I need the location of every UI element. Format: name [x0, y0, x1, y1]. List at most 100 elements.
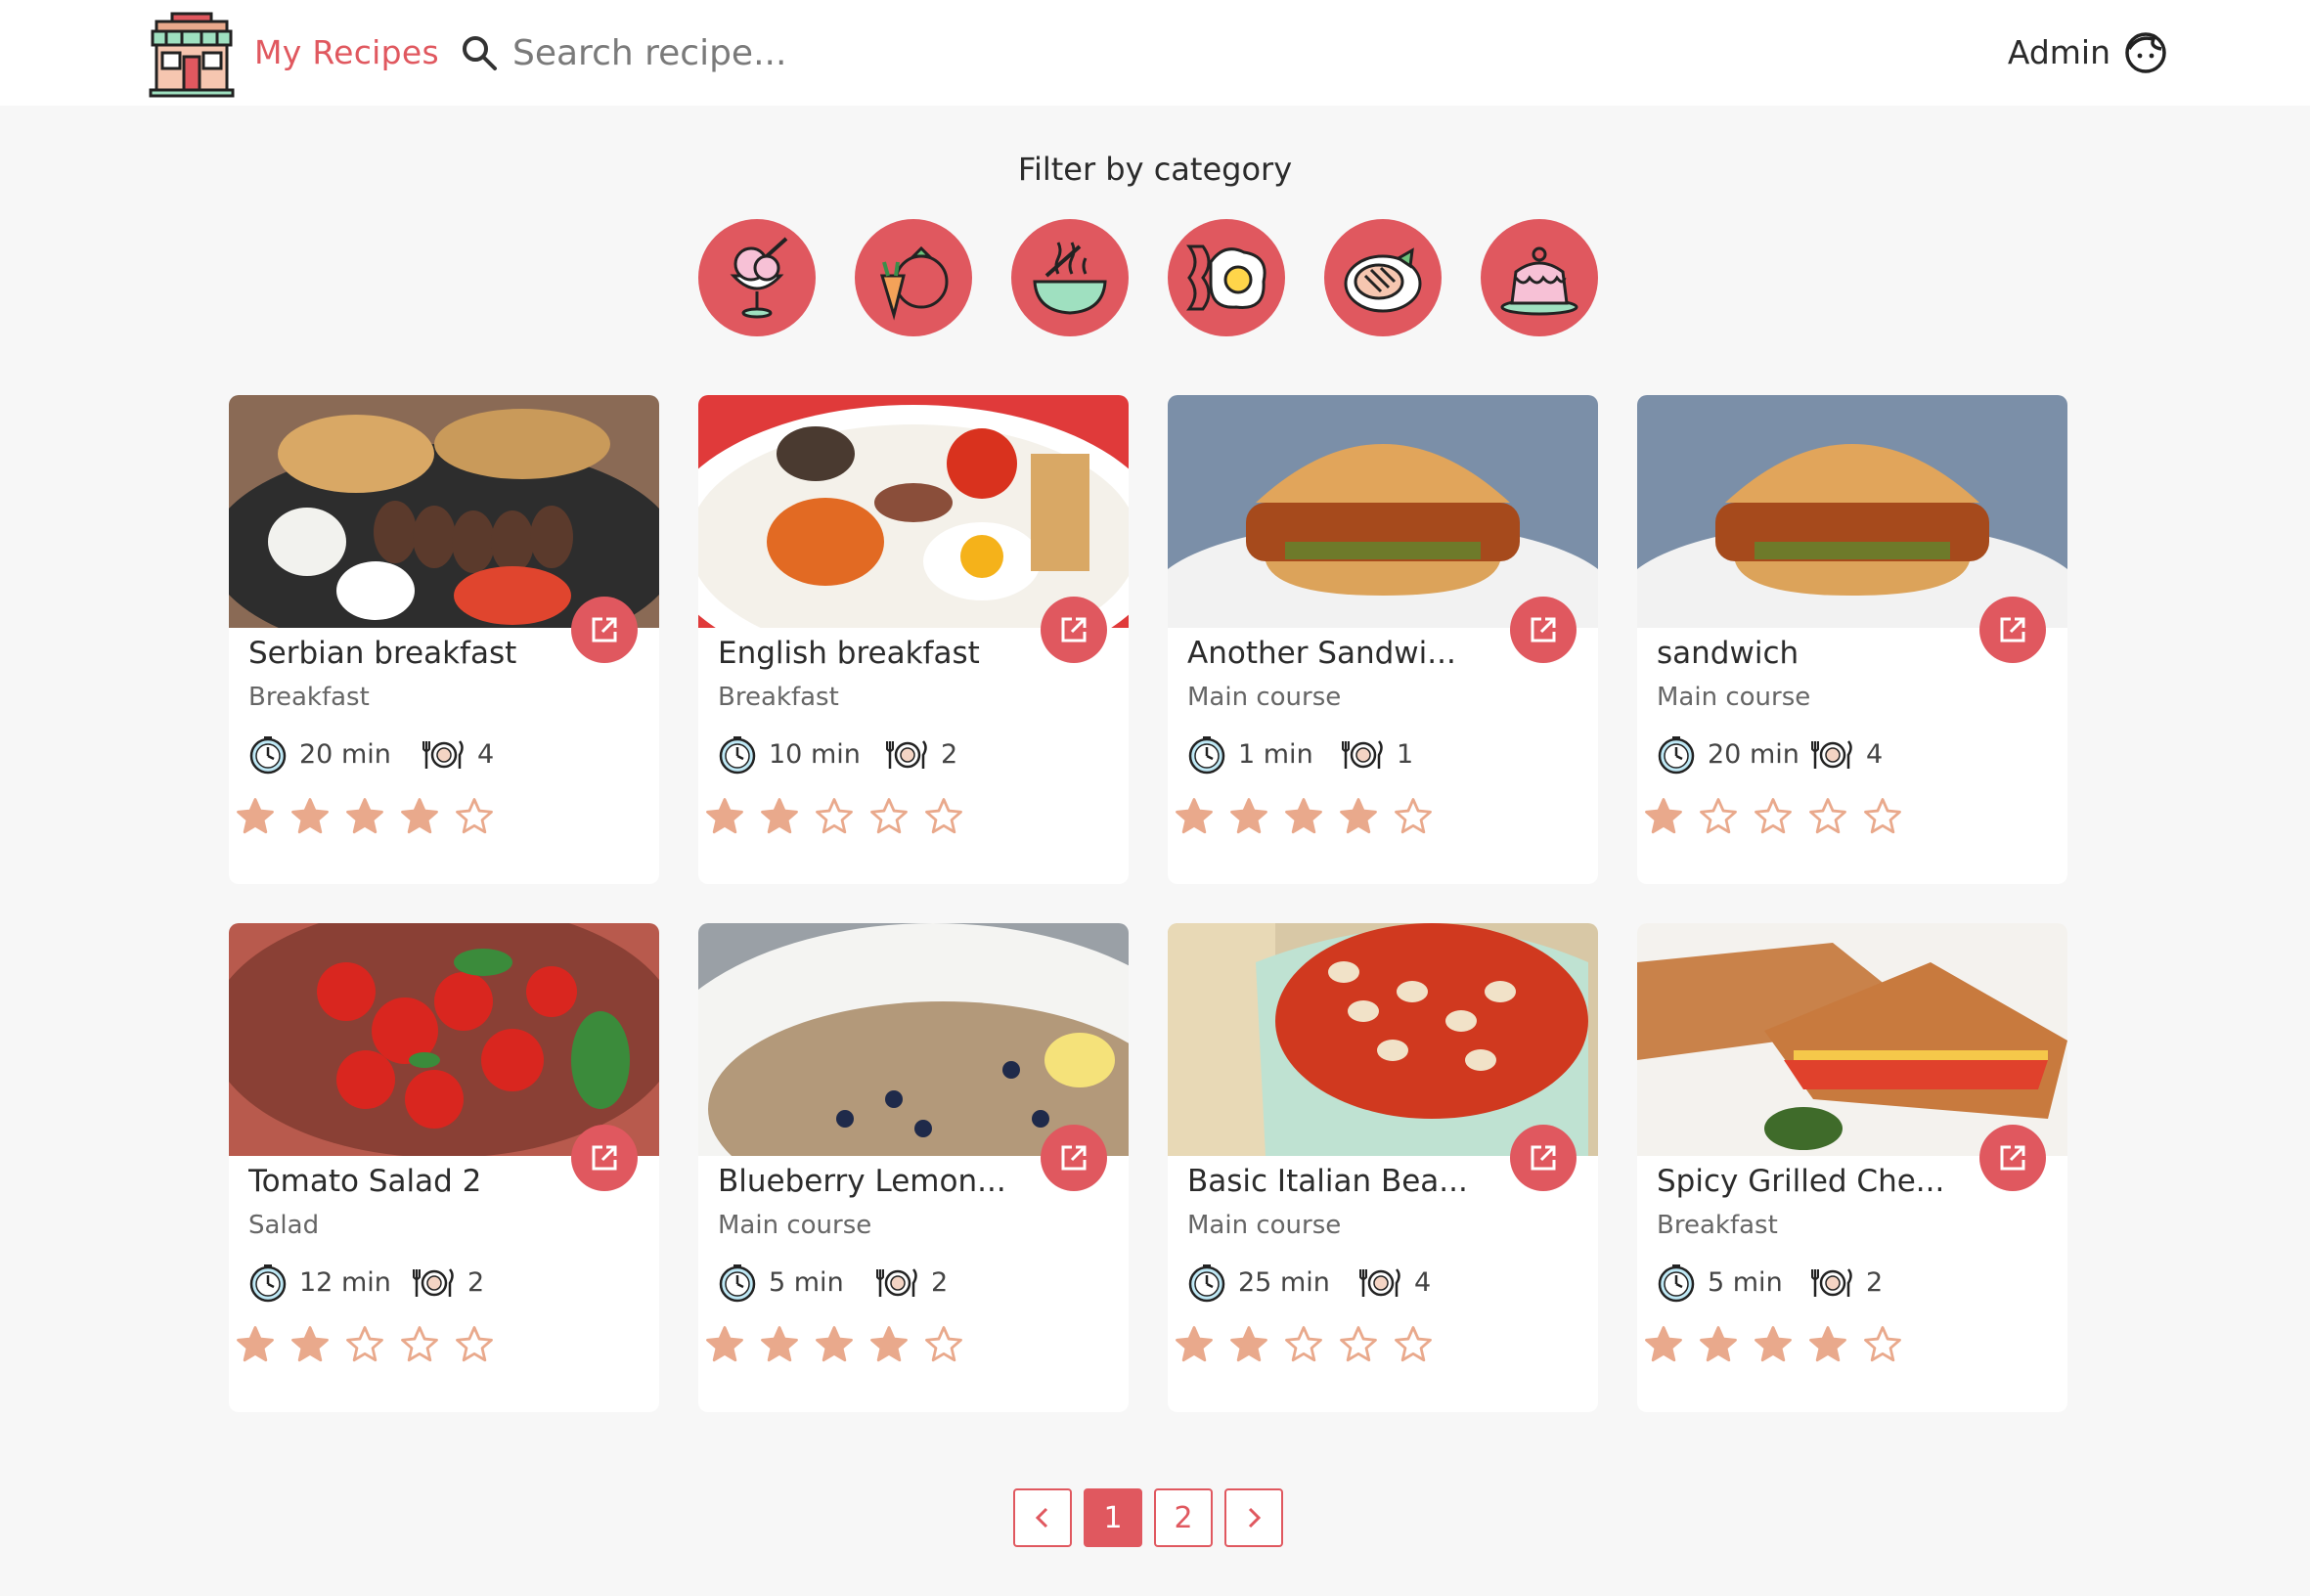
star-filled-icon[interactable]: [1228, 796, 1269, 837]
star-outline-icon[interactable]: [923, 796, 964, 837]
open-recipe-button[interactable]: [1510, 1125, 1577, 1191]
star-filled-icon[interactable]: [1753, 1324, 1794, 1365]
servings: 2: [467, 1267, 485, 1298]
star-filled-icon[interactable]: [1338, 796, 1379, 837]
star-filled-icon[interactable]: [1174, 1324, 1215, 1365]
recipe-card[interactable]: Tomato Salad 2 Salad 12 min 2: [229, 923, 659, 1412]
plate-icon: [1811, 1268, 1852, 1297]
user-avatar-icon[interactable]: [2124, 31, 2167, 74]
star-filled-icon[interactable]: [759, 1324, 800, 1365]
star-outline-icon[interactable]: [1393, 1324, 1434, 1365]
recipe-image[interactable]: [1637, 395, 2067, 628]
prev-page-button[interactable]: [1013, 1488, 1072, 1547]
star-filled-icon[interactable]: [704, 796, 745, 837]
page-2-button[interactable]: 2: [1154, 1488, 1213, 1547]
star-filled-icon[interactable]: [1228, 1324, 1269, 1365]
open-recipe-button[interactable]: [571, 597, 638, 663]
recipe-card[interactable]: sandwich Main course 20 min 4: [1637, 395, 2067, 884]
timer-icon: [1658, 736, 1695, 775]
recipe-image[interactable]: [229, 923, 659, 1156]
page-1-button[interactable]: 1: [1084, 1488, 1142, 1547]
star-filled-icon[interactable]: [1174, 796, 1215, 837]
star-filled-icon[interactable]: [289, 796, 331, 837]
star-filled-icon[interactable]: [1807, 1324, 1848, 1365]
servings: 4: [477, 739, 495, 770]
star-outline-icon[interactable]: [1338, 1324, 1379, 1365]
star-outline-icon[interactable]: [399, 1324, 440, 1365]
star-filled-icon[interactable]: [1643, 1324, 1684, 1365]
star-filled-icon[interactable]: [814, 1324, 855, 1365]
star-outline-icon[interactable]: [814, 796, 855, 837]
servings: 4: [1866, 739, 1884, 770]
category-breakfast-button[interactable]: [1168, 219, 1285, 336]
star-outline-icon[interactable]: [344, 1324, 385, 1365]
search-input[interactable]: [512, 23, 1060, 82]
star-filled-icon[interactable]: [1643, 796, 1684, 837]
user-name[interactable]: Admin: [2008, 33, 2110, 71]
recipe-title[interactable]: Tomato Salad 2: [248, 1164, 561, 1199]
star-filled-icon[interactable]: [344, 796, 385, 837]
star-filled-icon[interactable]: [704, 1324, 745, 1365]
recipe-card[interactable]: Basic Italian Bea... Main course 25 min …: [1168, 923, 1598, 1412]
external-link-icon: [1531, 1145, 1556, 1171]
recipe-image[interactable]: [1168, 395, 1598, 628]
brand-title[interactable]: My Recipes: [254, 33, 439, 71]
recipe-card[interactable]: Serbian breakfast Breakfast 20 min 4: [229, 395, 659, 884]
star-outline-icon[interactable]: [1862, 1324, 1903, 1365]
category-cake-button[interactable]: [1481, 219, 1598, 336]
star-filled-icon[interactable]: [1698, 1324, 1739, 1365]
recipe-image[interactable]: [698, 395, 1129, 628]
next-page-button[interactable]: [1224, 1488, 1283, 1547]
servings: 1: [1397, 739, 1414, 770]
recipe-card[interactable]: Blueberry Lemon... Main course 5 min 2: [698, 923, 1129, 1412]
open-recipe-button[interactable]: [1510, 597, 1577, 663]
open-recipe-button[interactable]: [1041, 1125, 1107, 1191]
open-recipe-button[interactable]: [1041, 597, 1107, 663]
timer-icon: [1658, 1264, 1695, 1303]
category-soup-button[interactable]: [1011, 219, 1129, 336]
recipe-title[interactable]: Blueberry Lemon...: [718, 1164, 1031, 1199]
star-filled-icon[interactable]: [289, 1324, 331, 1365]
recipe-image[interactable]: [1168, 923, 1598, 1156]
recipe-card[interactable]: English breakfast Breakfast 10 min 2: [698, 395, 1129, 884]
star-outline-icon[interactable]: [454, 1324, 495, 1365]
external-link-icon: [1061, 617, 1087, 643]
star-outline-icon[interactable]: [1753, 796, 1794, 837]
open-recipe-button[interactable]: [1979, 1125, 2046, 1191]
recipe-title[interactable]: Spicy Grilled Che...: [1657, 1164, 1970, 1199]
star-outline-icon[interactable]: [868, 796, 910, 837]
star-outline-icon[interactable]: [454, 796, 495, 837]
recipe-card[interactable]: Another Sandwi... Main course 1 min 1: [1168, 395, 1598, 884]
category-vegetables-button[interactable]: [855, 219, 972, 336]
star-outline-icon[interactable]: [1862, 796, 1903, 837]
star-filled-icon[interactable]: [235, 796, 276, 837]
meat-icon: [1344, 247, 1422, 313]
servings: 2: [931, 1267, 949, 1298]
recipe-title[interactable]: English breakfast: [718, 636, 1031, 671]
star-filled-icon[interactable]: [235, 1324, 276, 1365]
star-filled-icon[interactable]: [1283, 796, 1324, 837]
recipe-image[interactable]: [229, 395, 659, 628]
open-recipe-button[interactable]: [1979, 597, 2046, 663]
restaurant-logo-icon[interactable]: [149, 8, 235, 98]
star-outline-icon[interactable]: [1283, 1324, 1324, 1365]
category-dessert-button[interactable]: [698, 219, 816, 336]
plate-icon: [876, 1268, 917, 1297]
recipe-image[interactable]: [698, 923, 1129, 1156]
star-outline-icon[interactable]: [1393, 796, 1434, 837]
timer-icon: [1188, 736, 1225, 775]
recipe-image[interactable]: [1637, 923, 2067, 1156]
open-recipe-button[interactable]: [571, 1125, 638, 1191]
star-filled-icon[interactable]: [759, 796, 800, 837]
star-outline-icon[interactable]: [1807, 796, 1848, 837]
star-filled-icon[interactable]: [868, 1324, 910, 1365]
star-outline-icon[interactable]: [923, 1324, 964, 1365]
recipe-title[interactable]: Basic Italian Bea...: [1187, 1164, 1500, 1199]
recipe-title[interactable]: sandwich: [1657, 636, 1970, 671]
recipe-title[interactable]: Serbian breakfast: [248, 636, 561, 671]
recipe-title[interactable]: Another Sandwi...: [1187, 636, 1500, 671]
star-filled-icon[interactable]: [399, 796, 440, 837]
star-outline-icon[interactable]: [1698, 796, 1739, 837]
recipe-card[interactable]: Spicy Grilled Che... Breakfast 5 min 2: [1637, 923, 2067, 1412]
category-meat-button[interactable]: [1324, 219, 1442, 336]
